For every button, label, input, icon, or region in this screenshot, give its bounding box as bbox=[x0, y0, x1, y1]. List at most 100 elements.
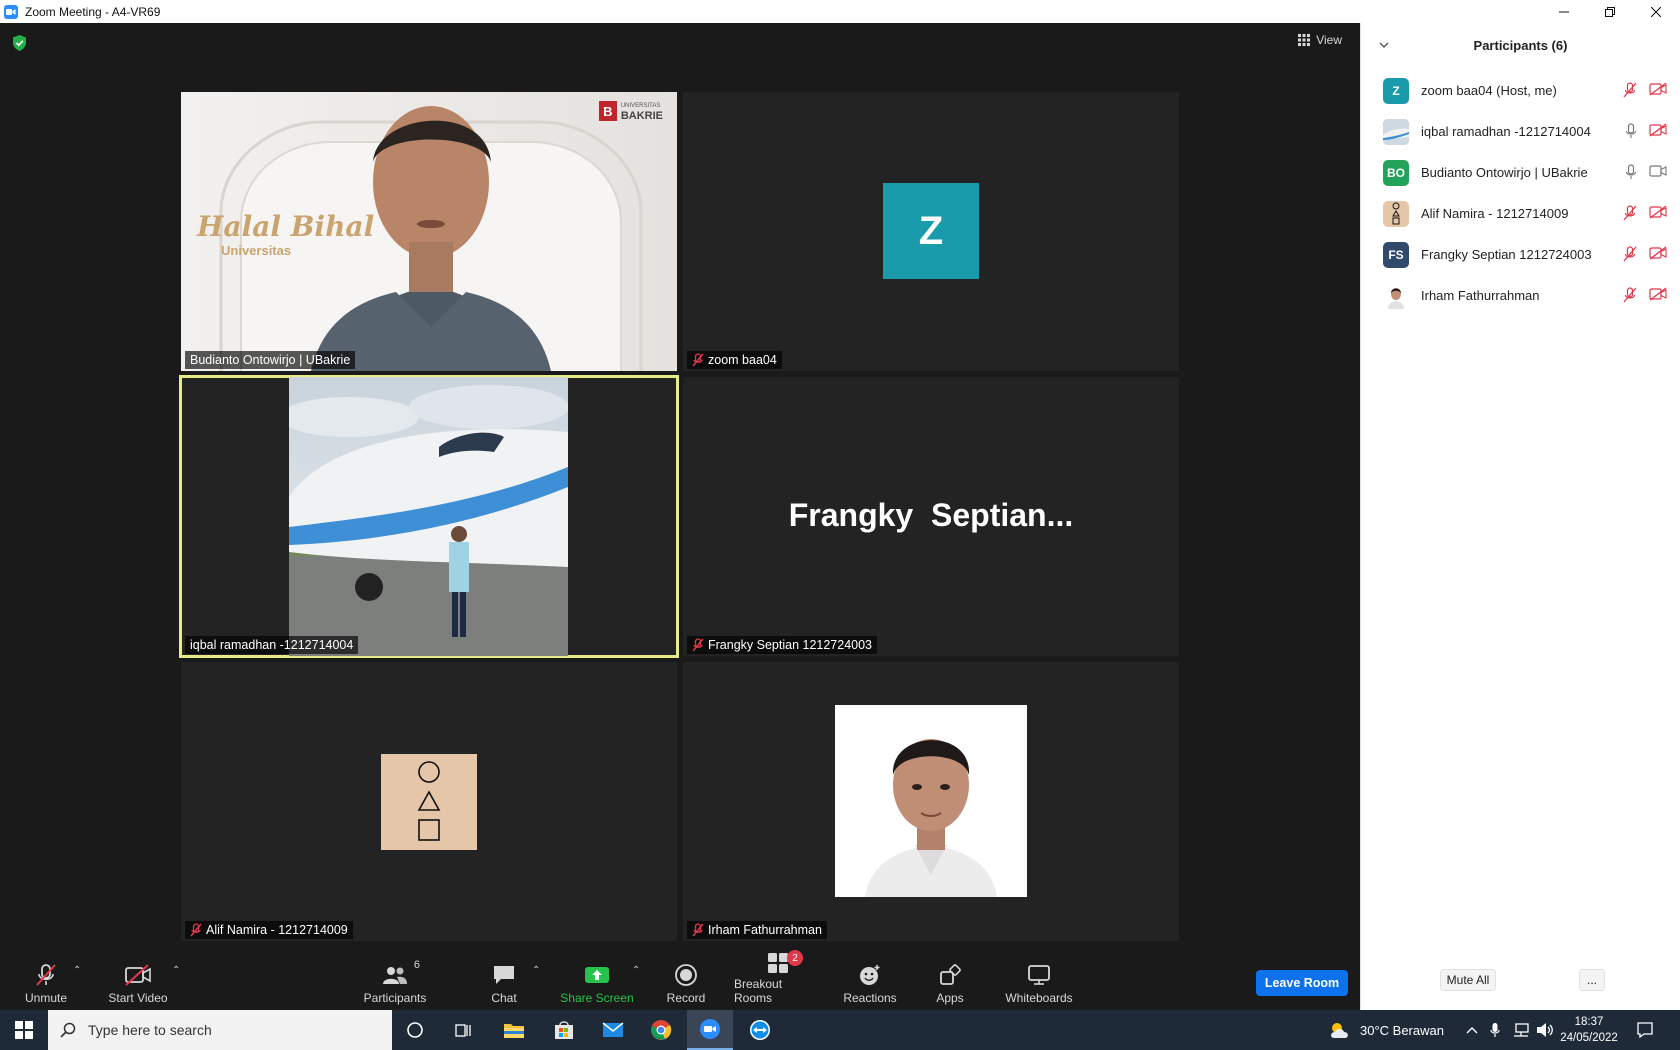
teamviewer-icon[interactable] bbox=[737, 1010, 783, 1050]
mic-muted-icon bbox=[692, 638, 704, 652]
show-hidden-icons-chevron[interactable] bbox=[1466, 1010, 1478, 1050]
whiteboard-icon bbox=[1027, 962, 1051, 988]
video-tile-iqbal-ramadhan[interactable]: iqbal ramadhan -1212714004 bbox=[179, 375, 679, 658]
network-icon[interactable] bbox=[1512, 1010, 1530, 1050]
participants-count: 6 bbox=[413, 959, 420, 971]
bakrie-logo: B UNIVERSITAS BAKRIE bbox=[598, 101, 663, 122]
whiteboards-button[interactable]: Whiteboards bbox=[1002, 957, 1076, 1010]
mic-icon[interactable] bbox=[1625, 123, 1637, 144]
video-tile-irham-fathurrahman[interactable]: Irham Fathurrahman bbox=[683, 662, 1179, 941]
banner-title: Halal Bihal bbox=[197, 210, 375, 243]
grid-icon bbox=[1298, 34, 1311, 46]
video-off-icon[interactable] bbox=[1649, 205, 1667, 226]
participant-name-label: Irham Fathurrahman bbox=[687, 921, 827, 939]
participant-status-icons bbox=[1625, 123, 1667, 144]
mic-muted-icon bbox=[34, 962, 58, 988]
weather-widget[interactable]: 30°C Berawan bbox=[1328, 1010, 1444, 1050]
share-screen-button[interactable]: Share Screen bbox=[560, 957, 634, 1010]
video-off-icon[interactable] bbox=[1649, 123, 1667, 144]
reactions-label: Reactions bbox=[843, 991, 897, 1005]
mic-muted-icon bbox=[692, 923, 704, 937]
breakout-rooms-button[interactable]: 2 Breakout Rooms bbox=[734, 950, 822, 1010]
volume-icon[interactable] bbox=[1536, 1010, 1554, 1050]
restore-button[interactable] bbox=[1587, 0, 1633, 23]
video-icon[interactable] bbox=[1649, 164, 1667, 185]
participant-status-icons bbox=[1623, 82, 1667, 103]
more-options-button[interactable]: ... bbox=[1579, 969, 1605, 991]
video-tile-alif-namira[interactable]: Alif Namira - 1212714009 bbox=[181, 662, 677, 941]
participants-icon: 6 bbox=[382, 959, 420, 988]
mail-icon[interactable] bbox=[590, 1010, 636, 1050]
mic-muted-icon[interactable] bbox=[1623, 246, 1637, 267]
share-screen-icon bbox=[584, 962, 610, 988]
video-off-icon[interactable] bbox=[1649, 287, 1667, 308]
apps-button[interactable]: Apps bbox=[930, 957, 970, 1010]
mic-muted-icon bbox=[190, 923, 202, 937]
task-view-icon[interactable] bbox=[440, 1010, 486, 1050]
avatar: FS bbox=[1383, 241, 1409, 268]
participant-row[interactable]: Irham Fathurrahman bbox=[1361, 275, 1680, 316]
participant-name: Frangky Septian 1212724003 bbox=[1421, 247, 1592, 262]
window-title: Zoom Meeting - A4-VR69 bbox=[25, 4, 161, 19]
avatar: Z bbox=[883, 183, 979, 279]
minimize-button[interactable] bbox=[1541, 0, 1587, 23]
video-off-icon[interactable] bbox=[1649, 246, 1667, 267]
participant-row[interactable]: BO Budianto Ontowirjo | UBakrie bbox=[1361, 152, 1680, 193]
start-button[interactable] bbox=[0, 1010, 48, 1050]
mic-icon[interactable] bbox=[1625, 164, 1637, 185]
close-button[interactable] bbox=[1633, 0, 1679, 23]
cortana-icon[interactable] bbox=[392, 1010, 438, 1050]
microsoft-store-icon[interactable] bbox=[541, 1010, 587, 1050]
share-options-caret[interactable]: ⌃ bbox=[632, 965, 640, 976]
avatar bbox=[1383, 282, 1409, 309]
participants-panel: Participants (6) Zzoom baa04 (Host, me) i… bbox=[1360, 23, 1680, 1010]
view-button[interactable]: View bbox=[1298, 33, 1342, 47]
participant-name: Irham Fathurrahman bbox=[1421, 288, 1540, 303]
file-explorer-icon[interactable] bbox=[491, 1010, 537, 1050]
mic-muted-icon[interactable] bbox=[1623, 82, 1637, 103]
video-off-icon[interactable] bbox=[1649, 82, 1667, 103]
video-tile-zoom-baa04[interactable]: Z zoom baa04 bbox=[683, 92, 1179, 371]
security-shield-icon[interactable] bbox=[12, 35, 27, 56]
share-screen-label: Share Screen bbox=[560, 991, 634, 1005]
chat-icon bbox=[492, 962, 516, 988]
leave-room-button[interactable]: Leave Room bbox=[1256, 970, 1348, 996]
mute-all-button[interactable]: Mute All bbox=[1440, 969, 1496, 991]
mic-muted-icon[interactable] bbox=[1623, 287, 1637, 308]
participant-name: Budianto Ontowirjo | UBakrie bbox=[1421, 165, 1588, 180]
participant-row[interactable]: iqbal ramadhan -1212714004 bbox=[1361, 111, 1680, 152]
start-video-button[interactable]: Start Video bbox=[104, 957, 172, 1010]
reactions-button[interactable]: Reactions bbox=[842, 957, 898, 1010]
participant-row[interactable]: FS Frangky Septian 1212724003 bbox=[1361, 234, 1680, 275]
participants-button[interactable]: 6 Participants bbox=[360, 957, 430, 1010]
whiteboards-label: Whiteboards bbox=[1005, 991, 1073, 1005]
taskbar-clock[interactable]: 18:37 24/05/2022 bbox=[1554, 1014, 1624, 1046]
mic-muted-icon[interactable] bbox=[1623, 205, 1637, 226]
video-options-caret[interactable]: ⌃ bbox=[172, 965, 180, 976]
participants-label: Participants bbox=[363, 991, 427, 1005]
display-name: Frangky Septian... bbox=[788, 497, 1074, 533]
participant-row[interactable]: Zzoom baa04 (Host, me) bbox=[1361, 70, 1680, 111]
unmute-button[interactable]: Unmute bbox=[22, 957, 70, 1010]
taskbar-search-box[interactable]: Type here to search bbox=[48, 1010, 392, 1050]
video-tile-budianto[interactable]: Halal Bihal Universitas B UNIVERSITAS BA… bbox=[181, 92, 677, 371]
video-tile-frangky-septian[interactable]: Frangky Septian... Frangky Septian 12127… bbox=[683, 377, 1179, 656]
avatar bbox=[1383, 118, 1409, 145]
participant-name-label: Alif Namira - 1212714009 bbox=[185, 921, 353, 939]
record-icon bbox=[674, 962, 698, 988]
chrome-icon[interactable] bbox=[638, 1010, 684, 1050]
zoom-taskbar-icon[interactable] bbox=[687, 1010, 733, 1050]
chat-button[interactable]: Chat bbox=[486, 957, 522, 1010]
video-off-icon bbox=[124, 962, 152, 988]
chat-options-caret[interactable]: ⌃ bbox=[532, 965, 540, 976]
collapse-chevron-icon[interactable] bbox=[1379, 37, 1389, 52]
microphone-tray-icon[interactable] bbox=[1490, 1010, 1500, 1050]
avatar: Z bbox=[1383, 77, 1409, 104]
search-placeholder: Type here to search bbox=[88, 1022, 212, 1038]
participant-row[interactable]: Alif Namira - 1212714009 bbox=[1361, 193, 1680, 234]
record-button[interactable]: Record bbox=[664, 957, 708, 1010]
clock-time: 18:37 bbox=[1574, 1016, 1604, 1028]
audio-options-caret[interactable]: ⌃ bbox=[73, 965, 81, 976]
notifications-icon[interactable] bbox=[1636, 1010, 1654, 1050]
chat-label: Chat bbox=[491, 991, 517, 1005]
